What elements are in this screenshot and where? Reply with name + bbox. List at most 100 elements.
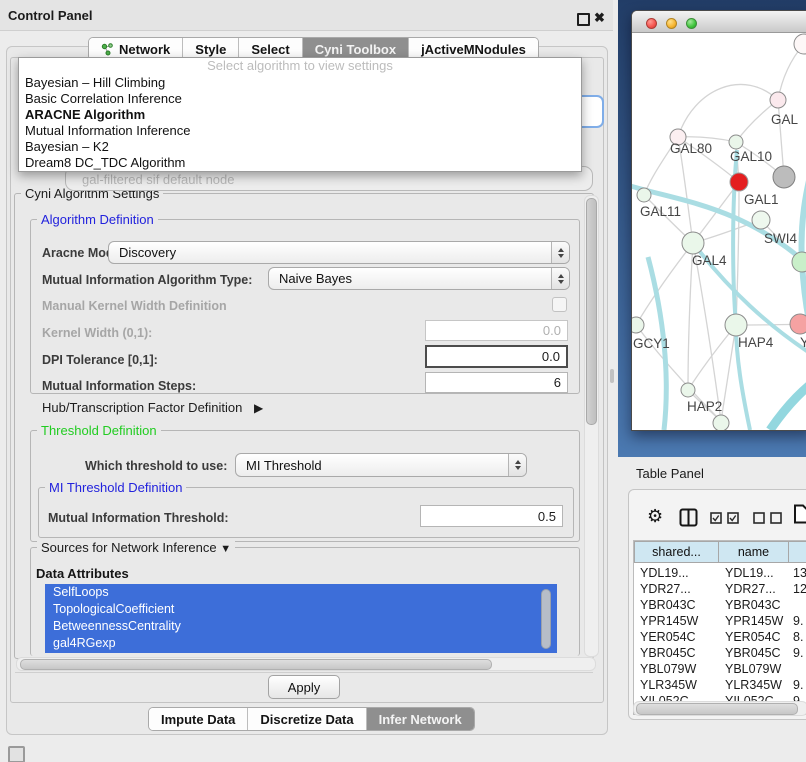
list-item[interactable]: TopologicalCoefficient [45,601,557,618]
dropdown-item[interactable]: Bayesian – Hill Climbing [19,75,581,91]
mi-threshold-field[interactable]: 0.5 [420,505,563,527]
which-threshold-combobox[interactable]: MI Threshold [235,453,527,477]
threshold-definition-title: Threshold Definition [37,423,161,438]
node[interactable] [713,415,729,430]
cell-shared-name: YER054C [640,629,696,645]
table-row[interactable]: YLR345W YLR345W 9. [634,677,806,693]
table-row[interactable]: YBR043C YBR043C [634,597,806,613]
list-item[interactable]: BetweennessCentrality [45,618,557,635]
column-header-shared-name[interactable]: shared... [634,541,719,563]
column-view-icon[interactable] [679,508,698,527]
cell-name: YBR045C [725,645,781,661]
node-gcy1[interactable] [632,317,644,333]
mi-threshold-group-title: MI Threshold Definition [45,480,186,495]
aracne-mode-value: Discovery [109,245,551,260]
dpi-tolerance-field[interactable]: 0.0 [425,345,568,368]
list-item[interactable]: SelfLoops [45,584,557,601]
node-hap2[interactable] [681,383,695,397]
expand-right-icon[interactable]: ▶ [254,401,263,415]
cell-value: 9. [793,645,803,661]
node-label: GAL4 [692,253,727,268]
table-row[interactable]: YBR045C YBR045C 9. [634,645,806,661]
kernel-width-label: Kernel Width (0,1): [42,326,152,340]
settings-scrollbar[interactable] [584,195,599,657]
node-gal7[interactable] [770,92,786,108]
gear-icon[interactable]: ⚙ [647,506,663,527]
column-header-partial[interactable]: A [789,541,806,563]
node-label: SWI4 [764,231,797,246]
hub-definition-section[interactable]: Hub/Transcription Factor Definition ▶ [42,400,263,415]
tab-discretize-data[interactable]: Discretize Data [248,708,366,730]
collapse-down-icon[interactable]: ▼ [220,543,231,555]
settings-hscrollbar[interactable] [16,657,596,671]
split-pane-handle[interactable] [610,369,614,383]
table-row[interactable]: YBL079W YBL079W [634,661,806,677]
dropdown-item[interactable]: Basic Correlation Inference [19,91,581,107]
cell-value: 12 [793,581,806,597]
dropdown-item-selected[interactable]: ARACNE Algorithm [19,107,581,123]
mi-algorithm-type-label: Mutual Information Algorithm Type: [42,273,252,287]
node-gray[interactable] [773,166,795,188]
traffic-close-icon[interactable] [646,18,657,29]
mi-algorithm-type-combobox[interactable]: Naive Bayes [268,267,570,290]
spinner-arrows-icon [508,454,526,476]
float-window-icon[interactable] [577,13,590,26]
select-all-icon[interactable] [710,512,742,524]
node-label: GAL10 [730,149,772,164]
node-gal1[interactable] [752,211,770,229]
dropdown-item[interactable]: Mutual Information Inference [19,123,581,139]
node-red-selected[interactable] [730,173,748,191]
settings-hscrollbar-thumb[interactable] [20,659,492,670]
attribute-table[interactable]: shared... name A YDL19... YDL19... 13 YD… [633,540,806,715]
table-row[interactable]: YPR145W YPR145W 9. [634,613,806,629]
network-window-titlebar[interactable] [632,11,806,33]
node-label: Y [800,335,806,350]
cell-shared-name: YPR145W [640,613,698,629]
which-threshold-label: Which threshold to use: [85,459,227,473]
dropdown-item[interactable]: Bayesian – K2 [19,139,581,155]
cell-shared-name: YBR043C [640,597,696,613]
manual-kernel-checkbox[interactable] [552,297,567,312]
traffic-zoom-icon[interactable] [686,18,697,29]
column-header-name[interactable]: name [719,541,789,563]
tab-infer-network[interactable]: Infer Network [367,708,474,730]
node[interactable] [794,34,806,54]
data-attributes-list[interactable]: SelfLoops TopologicalCoefficient Between… [45,584,557,653]
aracne-mode-combobox[interactable]: Discovery [108,241,570,264]
kernel-width-field: 0.0 [425,320,568,341]
mi-algorithm-type-value: Naive Bayes [269,271,551,286]
node-pink[interactable] [790,314,806,334]
node-gal11[interactable] [637,188,651,202]
list-item[interactable]: gal4RGexp [45,635,557,652]
apply-button[interactable]: Apply [268,675,340,699]
restore-panel-icon[interactable] [8,746,25,762]
table-row[interactable]: YER054C YER054C 8. [634,629,806,645]
node-hap4[interactable] [725,314,747,336]
tab-impute-data[interactable]: Impute Data [149,708,248,730]
node-label: GAL11 [640,204,681,219]
network-view-window[interactable]: GAL GAL80 GAL10 GAL1 GAL11 SWI4 GAL4 GCY… [631,10,806,431]
mi-steps-field[interactable]: 6 [425,372,568,393]
settings-scrollbar-thumb[interactable] [586,198,597,425]
node-gal10[interactable] [729,135,743,149]
table-row[interactable]: YDL19... YDL19... 13 [634,565,806,581]
table-row[interactable]: YDR27... YDR27... 12 [634,581,806,597]
table-hscrollbar-thumb[interactable] [636,703,798,715]
cell-name: YDR27... [725,581,776,597]
table-hscrollbar[interactable] [633,701,806,716]
list-scrollbar-thumb[interactable] [541,589,551,649]
file-icon[interactable] [793,504,806,524]
traffic-minimize-icon[interactable] [666,18,677,29]
network-canvas[interactable]: GAL GAL80 GAL10 GAL1 GAL11 SWI4 GAL4 GCY… [632,32,806,430]
cell-name: YPR145W [725,613,783,629]
cell-shared-name: YLR345W [640,677,697,693]
close-icon[interactable]: ✖ [594,10,605,26]
tab-infer-network-label: Infer Network [379,712,462,727]
cell-name: YDL19... [725,565,774,581]
which-threshold-value: MI Threshold [236,458,508,473]
tab-network-label: Network [119,42,170,57]
cell-name: YBL079W [725,661,781,677]
node-gal4[interactable] [682,232,704,254]
dropdown-item[interactable]: Dream8 DC_TDC Algorithm [19,155,581,171]
deselect-all-icon[interactable] [753,512,785,524]
